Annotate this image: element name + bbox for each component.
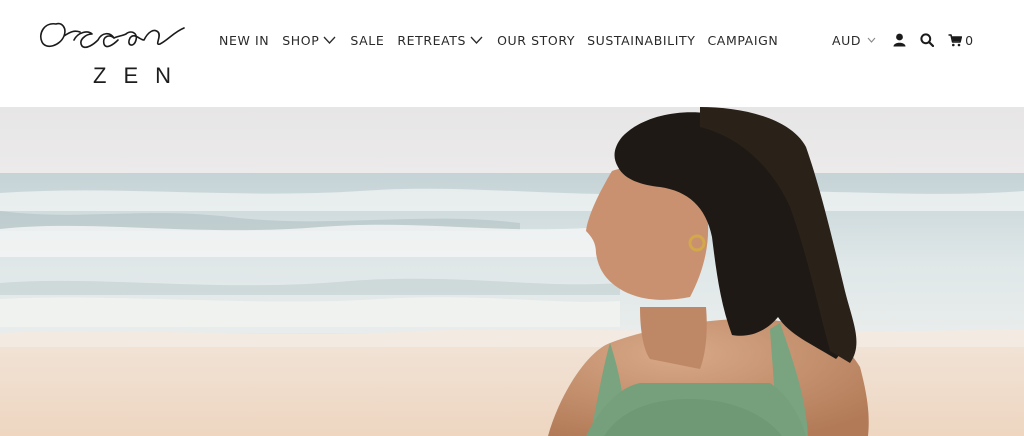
header-utilities: AUD 0 xyxy=(832,31,973,49)
logo-script-mark xyxy=(40,22,185,49)
main-nav: NEW IN SHOP SALE RETREATS OUR STORY SUST… xyxy=(219,31,778,49)
currency-selector[interactable]: AUD xyxy=(832,33,876,48)
nav-item-label: NEW IN xyxy=(219,32,270,48)
nav-item-label: OUR STORY xyxy=(497,32,576,48)
cart-icon[interactable]: 0 xyxy=(948,33,973,48)
search-icon[interactable] xyxy=(920,33,935,47)
site-header: ZEN NEW IN SHOP SALE RETREATS OUR STORY … xyxy=(0,0,1024,107)
chevron-down-icon xyxy=(867,37,876,43)
user-icon[interactable] xyxy=(893,33,906,47)
currency-label: AUD xyxy=(832,32,862,48)
nav-item-label: CAMPAIGN xyxy=(707,32,779,48)
logo-subtitle: ZEN xyxy=(93,63,188,88)
nav-item-label: SALE xyxy=(350,32,385,48)
nav-item-new-in[interactable]: NEW IN xyxy=(219,33,269,48)
hero-image xyxy=(0,107,1024,436)
nav-item-our-story[interactable]: OUR STORY xyxy=(497,33,575,48)
nav-item-label: RETREATS xyxy=(397,32,467,48)
nav-item-retreats[interactable]: RETREATS xyxy=(397,33,483,48)
chevron-down-icon xyxy=(470,36,483,44)
nav-item-shop[interactable]: SHOP xyxy=(282,33,336,48)
nav-item-sale[interactable]: SALE xyxy=(350,33,384,48)
nav-item-campaign[interactable]: CAMPAIGN xyxy=(707,33,778,48)
hero-banner[interactable] xyxy=(0,107,1024,436)
brand-logo[interactable]: ZEN xyxy=(36,10,196,94)
chevron-down-icon xyxy=(323,36,336,44)
nav-item-sustainability[interactable]: SUSTAINABILITY xyxy=(587,33,695,48)
cart-count: 0 xyxy=(965,32,974,48)
nav-item-label: SUSTAINABILITY xyxy=(587,32,696,48)
nav-item-label: SHOP xyxy=(282,32,320,48)
